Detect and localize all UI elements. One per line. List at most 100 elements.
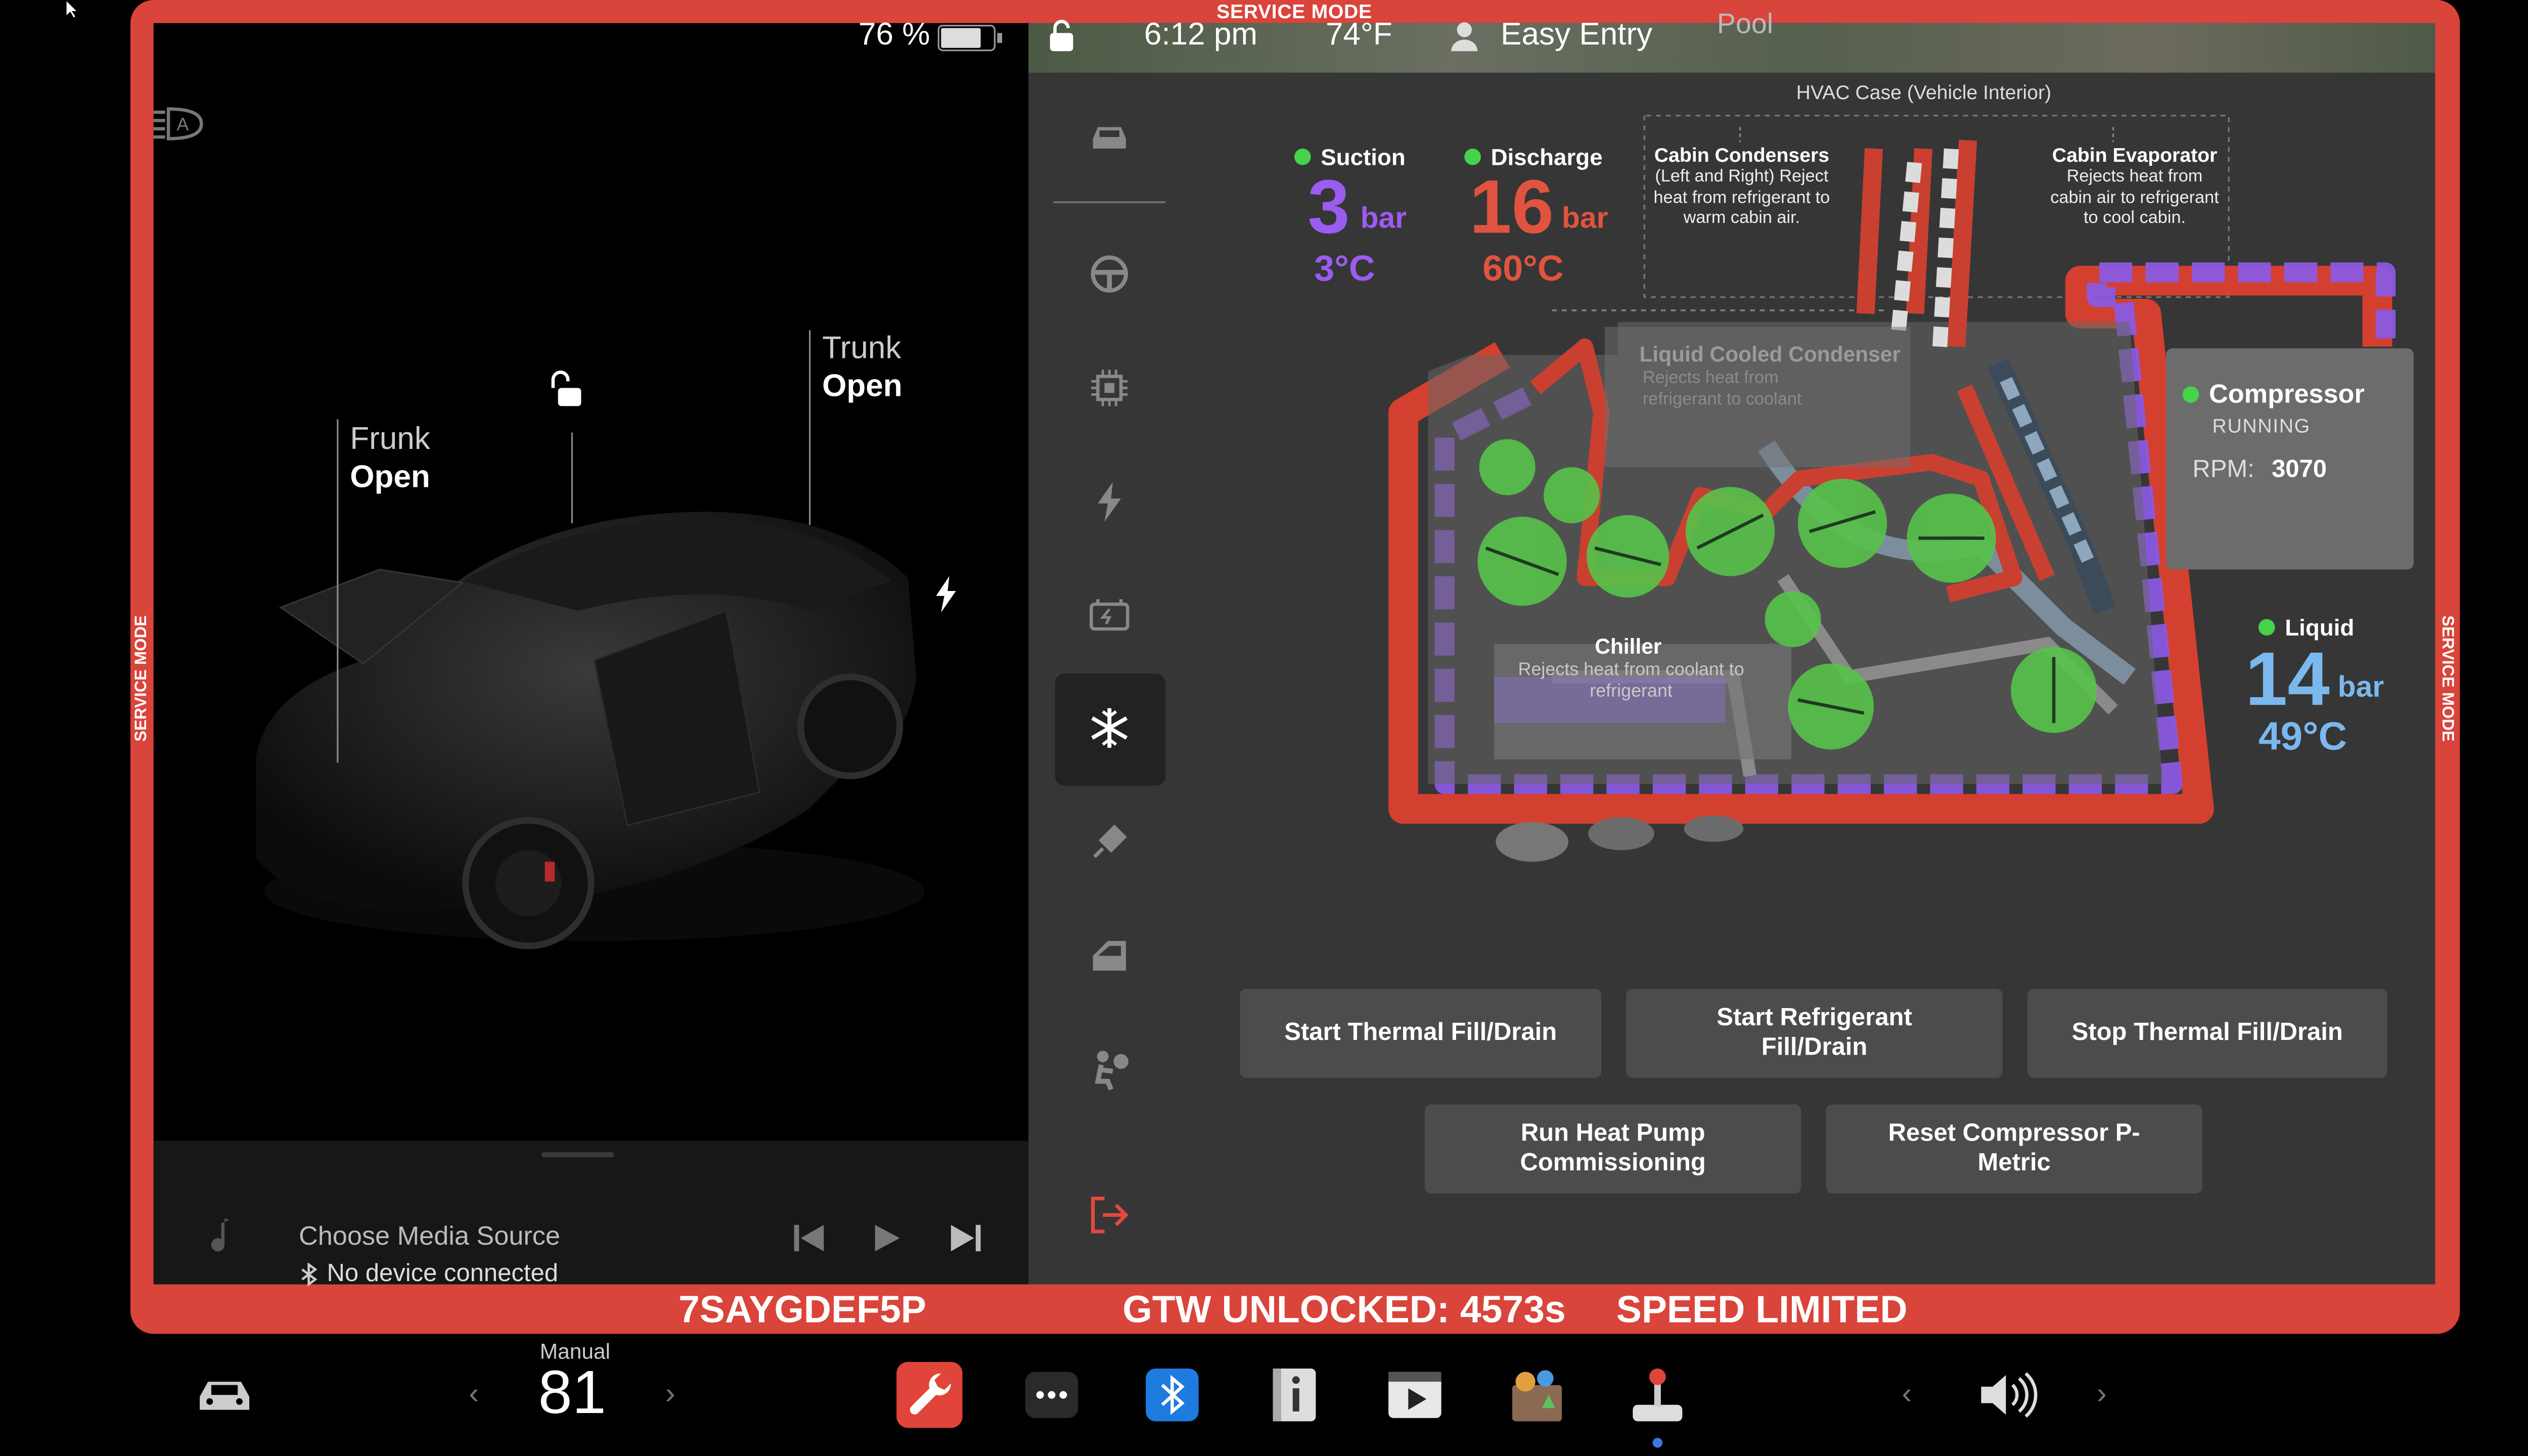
frunk-label: Frunk: [350, 422, 430, 458]
lock-icon[interactable]: [1047, 20, 1076, 53]
steering-wheel-icon: [1091, 255, 1128, 293]
driver-profile[interactable]: Easy Entry: [1501, 18, 1652, 55]
nav-electronics[interactable]: [1073, 352, 1146, 425]
media-drag-handle[interactable]: [541, 1152, 614, 1157]
dock-manual-button[interactable]: [1261, 1362, 1328, 1428]
joystick-icon: [1633, 1368, 1683, 1422]
service-mode-label-top: SERVICE MODE: [1216, 0, 1372, 23]
media-player[interactable]: [153, 1141, 1029, 1285]
discharge-pressure-unit: bar: [1561, 201, 1608, 235]
battery-percent: 76 %: [858, 18, 930, 53]
music-note-icon: [211, 1218, 230, 1252]
lcc-note: Rejects heat from refrigerant to coolant: [1642, 368, 1802, 410]
active-app-indicator: [1652, 1438, 1663, 1448]
clock-time: 6:12 pm: [1144, 18, 1258, 53]
dock-more-button[interactable]: [1019, 1362, 1085, 1428]
frunk-status[interactable]: Frunk Open: [350, 421, 430, 497]
cabin-evaporator-note: Rejects heat from cabin air to refrigera…: [2050, 166, 2219, 228]
door-icon: [1093, 941, 1126, 971]
next-track-icon[interactable]: [947, 1220, 984, 1256]
vehicle-render[interactable]: [214, 479, 941, 974]
start-refrigerant-fill-drain-button[interactable]: Start Refrigerant Fill/Drain: [1626, 988, 2003, 1078]
suction-temperature: 3°C: [1314, 247, 1375, 289]
dock-bluetooth-button[interactable]: [1139, 1362, 1205, 1428]
suction-pressure-unit: bar: [1360, 201, 1407, 235]
compressor-rpm-label: RPM:: [2192, 456, 2254, 484]
nav-steering[interactable]: [1073, 238, 1146, 310]
media-source-subtitle: No device connected: [327, 1259, 558, 1288]
compressor-title: Compressor: [2182, 381, 2365, 411]
info-icon: [1273, 1368, 1316, 1422]
liquid-pressure-value: 14: [2245, 635, 2330, 721]
wrench-icon: [896, 1361, 963, 1428]
unlock-icon[interactable]: [548, 370, 588, 409]
discharge-pressure-value: 16: [1469, 163, 1554, 250]
dock-theater-button[interactable]: [1382, 1362, 1448, 1428]
auto-headlight-icon[interactable]: A: [152, 106, 204, 142]
climate-temp-increase-chevron-right-icon[interactable]: ›: [665, 1377, 675, 1412]
bluetooth-small-icon: [301, 1262, 318, 1286]
more-icon: [1025, 1372, 1078, 1418]
suction-pressure-value: 3: [1307, 163, 1350, 250]
chiller-note: Rejects heat from coolant to refrigerant: [1518, 660, 1744, 702]
stop-thermal-fill-drain-button[interactable]: Stop Thermal Fill/Drain: [2027, 988, 2387, 1078]
battery-icon: [1090, 599, 1130, 631]
nav-divider: [1053, 201, 1166, 203]
play-icon[interactable]: [870, 1220, 903, 1256]
car-icon: [1093, 127, 1126, 149]
trunk-state: Open: [822, 370, 902, 405]
bolt-icon: [1098, 482, 1121, 522]
compressor-rpm-value: 3070: [2272, 456, 2327, 484]
nav-thermal[interactable]: [1073, 692, 1146, 764]
cabin-evaporator-title: Cabin Evaporator: [2052, 144, 2218, 167]
toybox-icon: [1512, 1370, 1562, 1422]
suction-status-dot: [1294, 148, 1311, 165]
chiller-title: Chiller: [1595, 633, 1662, 659]
frunk-state: Open: [350, 461, 430, 495]
start-thermal-fill-drain-button[interactable]: Start Thermal Fill/Drain: [1240, 988, 1602, 1078]
syringe-icon: [1093, 824, 1127, 858]
battery-icon: [937, 24, 1003, 52]
svg-text:A: A: [176, 114, 189, 134]
liquid-status-dot: [2258, 619, 2275, 636]
nav-closures[interactable]: [1073, 920, 1146, 992]
outside-temperature: 74°F: [1326, 18, 1392, 53]
nav-exit-service[interactable]: [1073, 1178, 1146, 1251]
cursor-icon: [65, 0, 79, 19]
dock-toybox-button[interactable]: [1504, 1362, 1570, 1428]
volume-up-chevron-right-icon[interactable]: ›: [2097, 1377, 2107, 1412]
liquid-temperature: 49°C: [2258, 714, 2348, 760]
volume-down-chevron-left-icon[interactable]: ‹: [1902, 1377, 1912, 1412]
lcc-title: Liquid Cooled Condenser: [1639, 341, 1901, 367]
nav-battery[interactable]: [1073, 578, 1146, 651]
dock-service-button[interactable]: [896, 1361, 963, 1428]
trunk-label: Trunk: [822, 332, 901, 367]
nav-power[interactable]: [1073, 466, 1146, 538]
dock-car-button[interactable]: [192, 1362, 258, 1428]
frunk-leader-line: [337, 419, 339, 763]
nav-tools[interactable]: [1073, 805, 1146, 878]
charge-port-bolt-icon[interactable]: [934, 576, 958, 613]
speed-limited-label: SPEED LIMITED: [1616, 1287, 1908, 1331]
climate-temperature[interactable]: 81: [538, 1358, 606, 1428]
climate-temp-decrease-chevron-left-icon[interactable]: ‹: [469, 1377, 479, 1412]
trunk-leader-line: [809, 330, 811, 525]
media-source-title[interactable]: Choose Media Source: [299, 1223, 560, 1253]
dock-volume-button[interactable]: [1974, 1362, 2041, 1428]
nav-safety[interactable]: [1073, 1033, 1146, 1106]
hvac-case-label: HVAC Case (Vehicle Interior): [1796, 81, 2052, 104]
liquid-pressure-unit: bar: [2337, 670, 2384, 704]
reset-compressor-p-metric-button[interactable]: Reset Compressor P-Metric: [1826, 1104, 2202, 1194]
compressor-status-dot: [2182, 386, 2199, 403]
video-icon: [1388, 1372, 1441, 1418]
service-mode-label-right: SERVICE MODE: [2437, 615, 2456, 742]
run-heat-pump-commissioning-button[interactable]: Run Heat Pump Commissioning: [1424, 1104, 1801, 1194]
previous-track-icon[interactable]: [791, 1220, 827, 1256]
nav-vehicle[interactable]: [1073, 101, 1146, 173]
profile-icon[interactable]: [1450, 20, 1479, 53]
trunk-status[interactable]: Trunk Open: [822, 330, 902, 406]
dock-joystick-button[interactable]: [1624, 1362, 1691, 1428]
vin-label: 7SAYGDEF5P: [679, 1287, 926, 1331]
car-icon: [200, 1382, 250, 1410]
exit-icon: [1091, 1197, 1129, 1234]
